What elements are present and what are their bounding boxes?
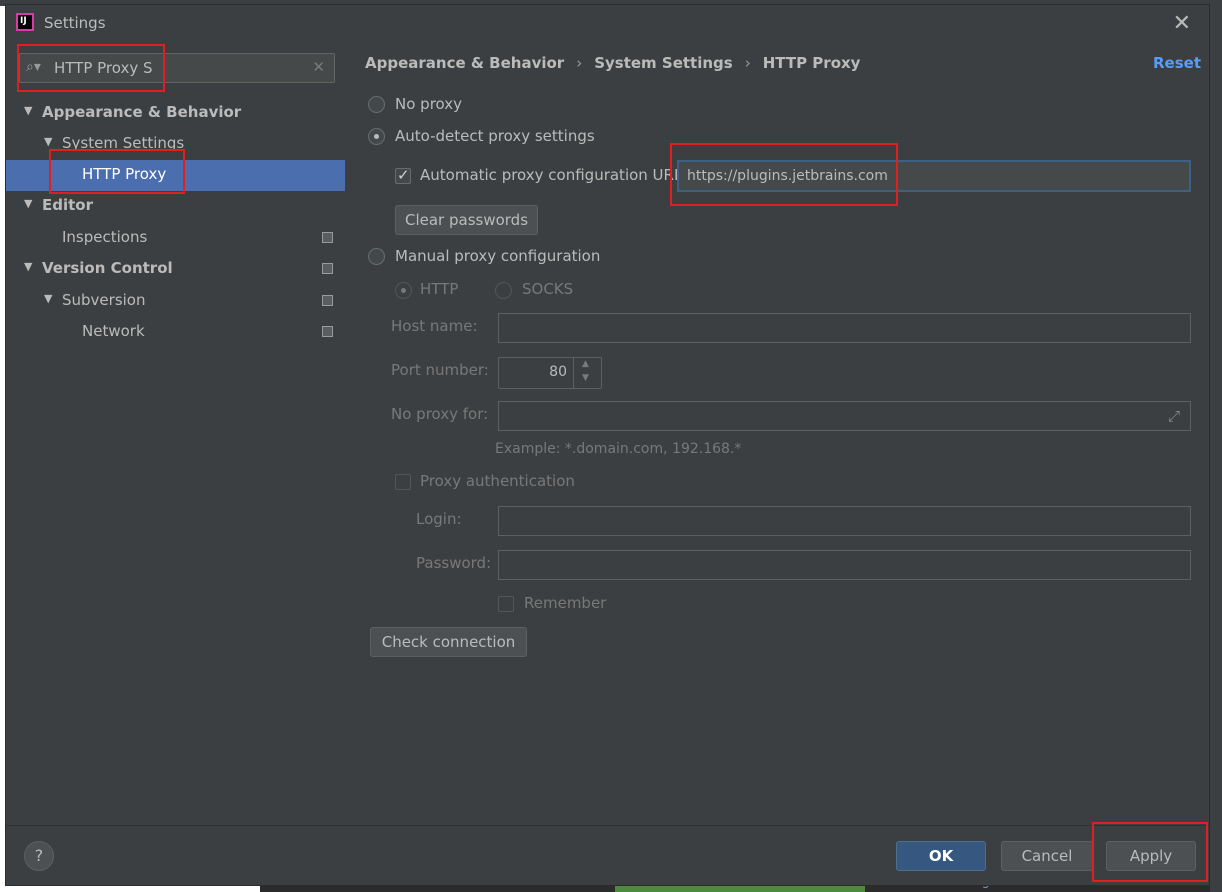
expand-icon[interactable]: ⤢ <box>1168 407 1180 425</box>
expand-arrow-icon[interactable]: ▼ <box>24 260 32 273</box>
http-radio[interactable] <box>395 282 412 299</box>
tree-item-appearance-behavior[interactable]: ▼ Appearance & Behavior <box>6 98 345 129</box>
apply-button[interactable]: Apply <box>1106 841 1196 871</box>
no-proxy-for-input[interactable]: ⤢ <box>498 401 1191 431</box>
tree-item-version-control[interactable]: ▼ Version Control <box>6 254 345 285</box>
auto-config-url-input[interactable] <box>677 160 1191 192</box>
socks-radio[interactable] <box>495 282 512 299</box>
background-window-edge <box>1210 0 1222 892</box>
tree-item-inspections[interactable]: Inspections <box>6 223 345 254</box>
dialog-footer: ? OK Cancel Apply <box>6 825 1209 885</box>
no-proxy-for-label: No proxy for: <box>391 405 489 423</box>
login-label: Login: <box>416 510 462 528</box>
project-settings-icon <box>322 263 333 274</box>
intellij-app-icon: IJ <box>16 13 34 31</box>
port-number-label: Port number: <box>391 361 489 379</box>
expand-arrow-icon[interactable]: ▼ <box>44 292 52 305</box>
tree-item-editor[interactable]: ▼ Editor <box>6 191 345 222</box>
ok-button[interactable]: OK <box>896 841 986 871</box>
proxy-authentication-checkbox[interactable] <box>395 474 411 490</box>
remember-label: Remember <box>524 594 607 612</box>
http-label: HTTP <box>420 280 459 298</box>
no-proxy-label: No proxy <box>395 95 462 113</box>
manual-proxy-label: Manual proxy configuration <box>395 247 601 265</box>
auto-detect-radio[interactable] <box>368 128 385 145</box>
clear-passwords-button[interactable]: Clear passwords <box>395 205 538 235</box>
proxy-authentication-label: Proxy authentication <box>420 472 575 490</box>
port-number-value[interactable]: 80 <box>499 364 567 380</box>
host-name-label: Host name: <box>391 317 478 335</box>
check-connection-button[interactable]: Check connection <box>370 627 527 657</box>
reset-link[interactable]: Reset <box>1153 54 1201 72</box>
tree-item-network[interactable]: Network <box>6 317 345 348</box>
expand-arrow-icon[interactable]: ▼ <box>44 135 52 148</box>
title-bar: IJ Settings ✕ <box>6 5 1209 41</box>
project-settings-icon <box>322 232 333 243</box>
auto-config-url-label: Automatic proxy configuration URL: <box>420 166 688 184</box>
clear-search-icon[interactable]: ✕ <box>312 58 325 76</box>
login-input[interactable] <box>498 506 1191 536</box>
breadcrumb-separator: › <box>576 54 583 72</box>
expand-arrow-icon[interactable]: ▼ <box>24 104 32 117</box>
search-input[interactable]: HTTP Proxy S <box>54 59 153 77</box>
window-title: Settings <box>44 14 106 32</box>
settings-search-field[interactable]: ⌕▾ HTTP Proxy S ✕ <box>19 53 335 83</box>
breadcrumb-item[interactable]: Appearance & Behavior <box>365 54 564 72</box>
project-settings-icon <box>322 326 333 337</box>
settings-dialog: IJ Settings ✕ ⌕▾ HTTP Proxy S ✕ ▼ Appear… <box>5 4 1210 886</box>
settings-sidebar: ⌕▾ HTTP Proxy S ✕ ▼ Appearance & Behavio… <box>6 41 345 825</box>
manual-proxy-radio[interactable] <box>368 248 385 265</box>
project-settings-icon <box>322 295 333 306</box>
breadcrumb-item-current: HTTP Proxy <box>762 54 861 72</box>
socks-label: SOCKS <box>522 280 574 298</box>
port-spinner-arrows[interactable]: ▲ ▼ <box>573 358 601 388</box>
close-icon[interactable]: ✕ <box>1173 11 1191 36</box>
help-button[interactable]: ? <box>24 841 54 871</box>
auto-detect-label: Auto-detect proxy settings <box>395 127 595 145</box>
remember-checkbox[interactable] <box>498 596 514 612</box>
tree-item-system-settings[interactable]: ▼ System Settings <box>6 129 345 160</box>
tree-item-http-proxy[interactable]: HTTP Proxy <box>6 160 345 191</box>
breadcrumb-item[interactable]: System Settings <box>594 54 733 72</box>
password-label: Password: <box>416 554 492 572</box>
auto-config-url-checkbox[interactable] <box>395 166 411 184</box>
spinner-down-icon[interactable]: ▼ <box>582 373 589 383</box>
breadcrumb-separator: › <box>744 54 751 72</box>
port-number-spinner[interactable]: 80 ▲ ▼ <box>498 357 602 389</box>
spinner-up-icon[interactable]: ▲ <box>582 359 589 369</box>
settings-content-panel: Appearance & Behavior › System Settings › HT… <box>345 41 1209 825</box>
no-proxy-radio[interactable] <box>368 96 385 113</box>
tree-item-subversion[interactable]: ▼ Subversion <box>6 286 345 317</box>
no-proxy-example: Example: *.domain.com, 192.168.* <box>495 441 742 457</box>
password-input[interactable] <box>498 550 1191 580</box>
search-icon: ⌕▾ <box>26 59 41 75</box>
expand-arrow-icon[interactable]: ▼ <box>24 197 32 210</box>
host-name-input[interactable] <box>498 313 1191 343</box>
breadcrumb: Appearance & Behavior › System Settings › HT… <box>365 54 860 72</box>
cancel-button[interactable]: Cancel <box>1001 841 1093 871</box>
